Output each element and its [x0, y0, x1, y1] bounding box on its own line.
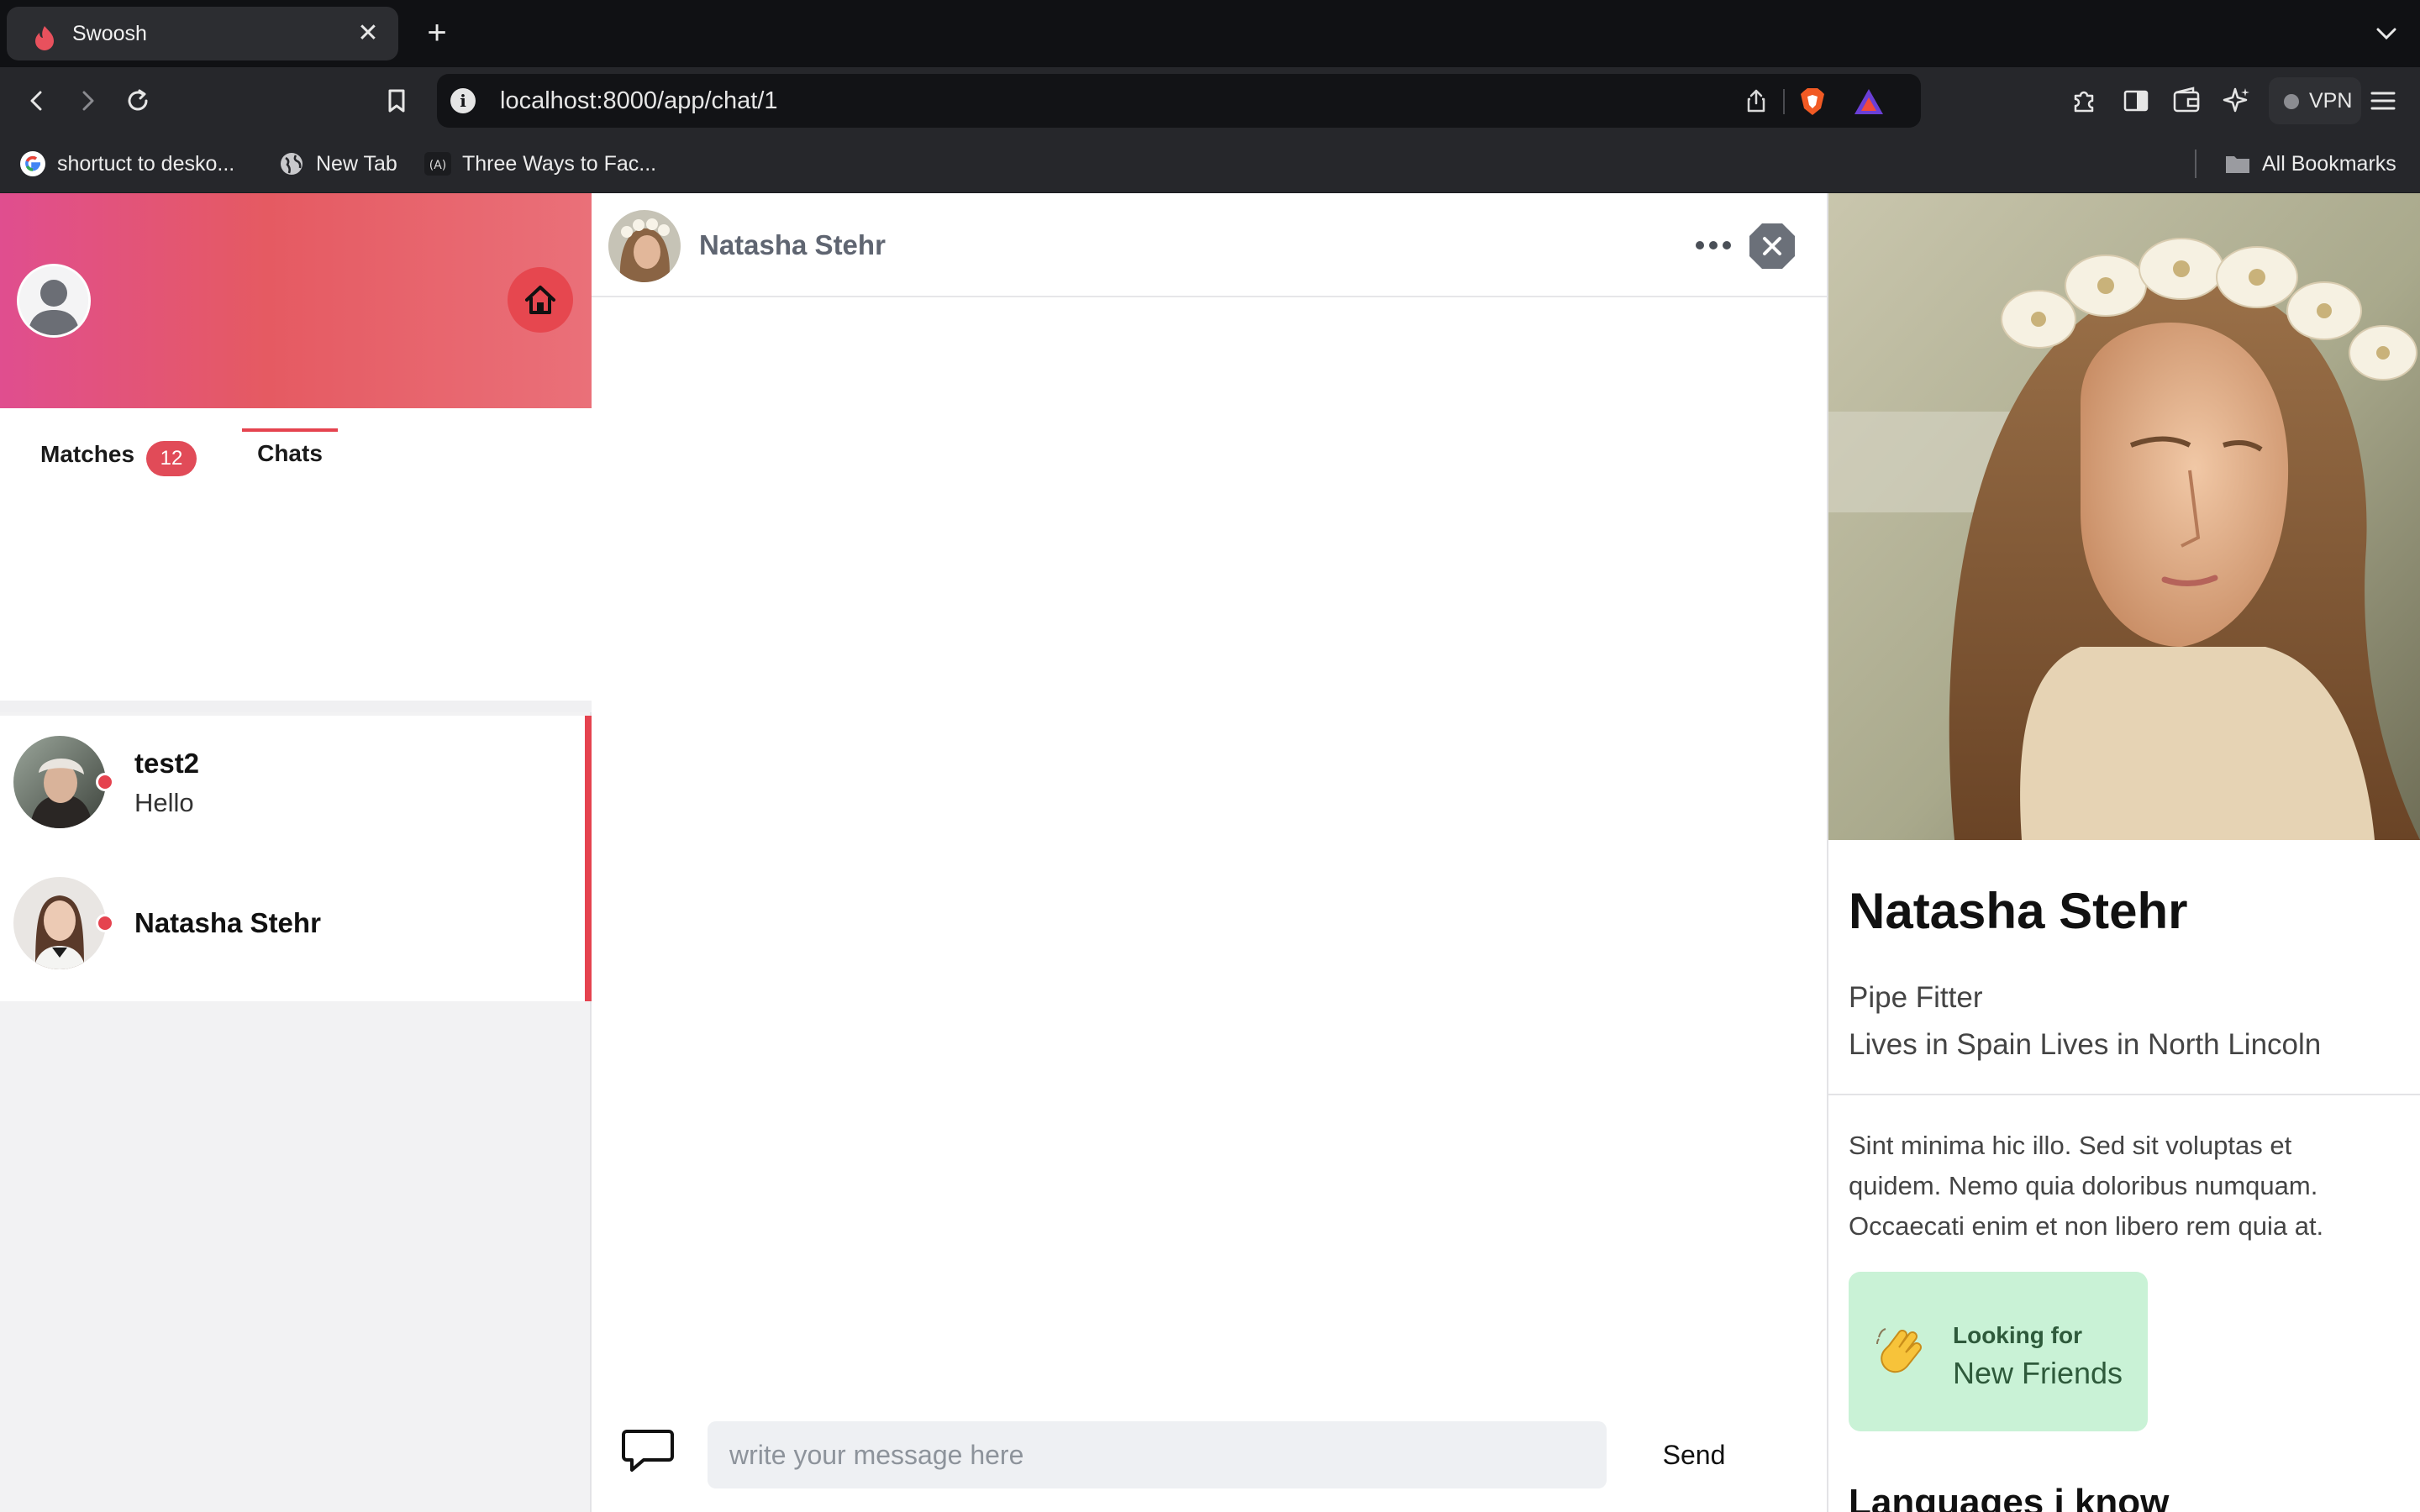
bookmarks-bar: shortuct to desko... New Tab (A) Three W…	[0, 134, 2420, 193]
address-bar[interactable]: i localhost:8000/app/chat/1	[437, 74, 1921, 128]
bookmark-label: Three Ways to Fac...	[462, 152, 657, 176]
bookmark-item[interactable]: (A) Three Ways to Fac...	[424, 134, 656, 193]
sidebar: Matches 12 Chats test2 Hello Natasha Ste…	[0, 193, 592, 1512]
sidebar-toggle-icon[interactable]	[2119, 84, 2153, 118]
wallet-icon[interactable]	[2170, 84, 2203, 118]
home-icon	[525, 286, 555, 314]
chat-list-item[interactable]: test2 Hello	[0, 716, 585, 858]
close-tab-icon[interactable]: ✕	[353, 18, 383, 49]
menu-icon[interactable]	[2366, 84, 2400, 118]
user-avatar[interactable]	[17, 264, 91, 338]
chat-bubble-icon	[622, 1430, 674, 1472]
swoosh-favicon-icon	[35, 26, 54, 50]
avatar[interactable]	[608, 210, 681, 282]
home-button[interactable]	[508, 267, 573, 333]
bookmark-item[interactable]: shortuct to desko...	[18, 134, 234, 193]
address-divider	[1783, 89, 1785, 114]
chevron-down-icon[interactable]	[2371, 18, 2402, 49]
browser-tab-bar: Swoosh ✕ +	[0, 0, 2420, 67]
bookmark-label: shortuct to desko...	[57, 152, 235, 176]
chat-contact-name: Natasha Stehr	[134, 907, 321, 938]
profile-occupation: Pipe Fitter	[1849, 981, 1983, 1014]
looking-for-card: Looking for New Friends	[1849, 1272, 2148, 1431]
looking-for-value: New Friends	[1953, 1356, 2123, 1390]
online-indicator	[96, 914, 114, 932]
profile-divider	[1828, 1094, 2420, 1095]
bookmark-icon[interactable]	[380, 84, 413, 118]
bookmarks-divider	[2195, 150, 2196, 178]
extensions-icon[interactable]	[2067, 84, 2101, 118]
profile-name: Natasha Stehr	[1849, 883, 2188, 939]
tab-matches-label: Matches	[40, 441, 135, 467]
address-url[interactable]: localhost:8000/app/chat/1	[500, 74, 778, 128]
matches-count-badge: 12	[146, 441, 197, 476]
forward-icon[interactable]	[71, 84, 104, 118]
share-icon[interactable]	[1743, 87, 1770, 114]
chat-contact-name: test2	[134, 748, 200, 779]
sidebar-tabs: Matches 12 Chats	[0, 408, 592, 712]
vpn-label: VPN	[2309, 89, 2353, 113]
reload-icon[interactable]	[121, 84, 155, 118]
tab-chats-label: Chats	[257, 440, 323, 466]
svg-text:(A): (A)	[429, 159, 447, 172]
folder-icon	[2226, 156, 2249, 173]
bookmark-item[interactable]: New Tab	[277, 134, 397, 193]
browser-toolbar: i localhost:8000/app/chat/1 VPN	[0, 67, 2420, 134]
app: Matches 12 Chats test2 Hello Natasha Ste…	[0, 193, 2420, 1512]
all-bookmarks-label: All Bookmarks	[2262, 152, 2396, 176]
browser-tab[interactable]: Swoosh ✕	[7, 7, 398, 60]
bookmark-label: New Tab	[316, 152, 397, 176]
tab-matches[interactable]: Matches	[40, 408, 134, 501]
avatar	[13, 736, 106, 828]
waving-hand-icon	[1876, 1328, 1922, 1373]
leo-ai-icon[interactable]	[2220, 84, 2254, 118]
chat-list-item[interactable]: Natasha Stehr	[0, 858, 585, 1001]
active-tab-indicator	[242, 428, 338, 432]
profile-bio: Sint minima hic illo. Sed sit voluptas e…	[1849, 1131, 2324, 1241]
looking-for-label: Looking for	[1953, 1322, 2082, 1348]
profile-panel: Natasha Stehr Pipe Fitter Lives in Spain…	[1828, 193, 2420, 1512]
tab-chats[interactable]: Chats	[242, 408, 338, 501]
send-button[interactable]: Send	[1652, 1421, 1736, 1488]
chat-list: test2 Hello Natasha Stehr	[0, 716, 592, 1001]
site-icon: (A)	[424, 152, 451, 176]
chat-contact-name[interactable]: Natasha Stehr	[699, 193, 886, 297]
new-tab-icon[interactable]: +	[420, 16, 454, 50]
active-chat-indicator	[585, 716, 592, 1001]
message-input[interactable]	[708, 1421, 1607, 1488]
sidebar-header	[0, 193, 592, 408]
chat-last-message: Hello	[134, 788, 194, 817]
languages-heading: Languages i know	[1849, 1482, 2170, 1512]
online-indicator	[96, 773, 114, 791]
user-silhouette-icon	[19, 266, 88, 335]
brave-shields-icon[interactable]	[1798, 87, 1827, 117]
vpn-button[interactable]: VPN	[2269, 77, 2361, 124]
profile-location: Lives in Spain Lives in North Lincoln	[1849, 1028, 2322, 1061]
globe-icon	[281, 153, 302, 175]
google-icon	[20, 151, 45, 176]
chat-panel: Natasha Stehr Send	[592, 193, 1828, 1512]
avatar	[13, 877, 106, 969]
profile-photo	[1828, 193, 2420, 840]
tab-title: Swoosh	[72, 22, 147, 45]
vpn-status-icon	[2284, 94, 2299, 109]
more-options-icon[interactable]	[1692, 230, 1734, 260]
back-icon[interactable]	[20, 84, 54, 118]
brave-rewards-icon[interactable]	[1852, 87, 1886, 117]
chat-header: Natasha Stehr	[592, 193, 1827, 297]
close-chat-icon[interactable]	[1748, 222, 1797, 270]
site-info-icon[interactable]: i	[450, 88, 476, 113]
message-composer: Send	[592, 1403, 1827, 1512]
all-bookmarks-button[interactable]: All Bookmarks	[2223, 134, 2396, 193]
tabs-divider	[0, 701, 592, 712]
